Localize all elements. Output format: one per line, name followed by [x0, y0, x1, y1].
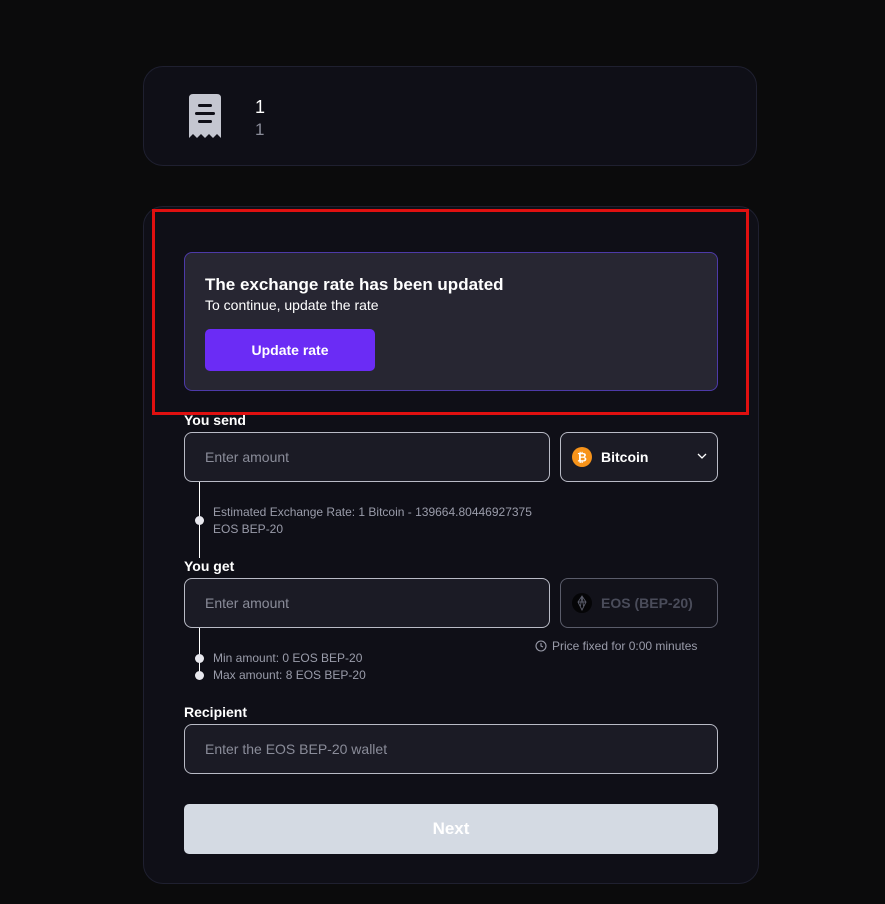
timeline-line-get: [199, 628, 200, 675]
alert-subtitle: To continue, update the rate: [205, 297, 379, 313]
order-card: 1 1: [143, 66, 757, 166]
svg-text:₿: ₿: [577, 451, 587, 465]
send-amount-input[interactable]: [184, 432, 550, 482]
bitcoin-icon: ₿: [572, 447, 592, 467]
send-currency-label: Bitcoin: [601, 449, 649, 465]
price-fixed-text: Price fixed for 0:00 minutes: [535, 639, 697, 653]
estimated-rate-text: Estimated Exchange Rate: 1 Bitcoin - 139…: [213, 505, 532, 536]
alert-title: The exchange rate has been updated: [205, 275, 504, 294]
receipt-icon: [189, 94, 221, 138]
recipient-wallet-input[interactable]: [184, 724, 718, 774]
you-send-label: You send: [184, 412, 246, 428]
rate-updated-alert: The exchange rate has been updated To co…: [184, 252, 718, 391]
timeline-dot: [195, 654, 204, 663]
next-button[interactable]: Next: [184, 804, 718, 854]
timeline-dot: [195, 671, 204, 680]
max-amount-text: Max amount: 8 EOS BEP-20: [213, 668, 366, 682]
order-title: 1: [255, 97, 266, 117]
you-get-label: You get: [184, 558, 235, 574]
send-currency-select[interactable]: ₿ Bitcoin: [560, 432, 718, 482]
get-amount-input[interactable]: [184, 578, 550, 628]
chevron-down-icon: [697, 453, 707, 459]
exchange-page: 1 1 The exchange rate has been updated T…: [0, 0, 885, 904]
timeline-dot: [195, 516, 204, 525]
eos-icon: [572, 593, 592, 613]
get-currency-select[interactable]: EOS (BEP-20): [560, 578, 718, 628]
recipient-label: Recipient: [184, 704, 248, 720]
clock-icon: [535, 640, 547, 652]
update-rate-button[interactable]: Update rate: [205, 329, 375, 371]
get-currency-label: EOS (BEP-20): [601, 595, 693, 611]
min-amount-text: Min amount: 0 EOS BEP-20: [213, 651, 363, 665]
order-subtitle: 1: [255, 120, 265, 139]
